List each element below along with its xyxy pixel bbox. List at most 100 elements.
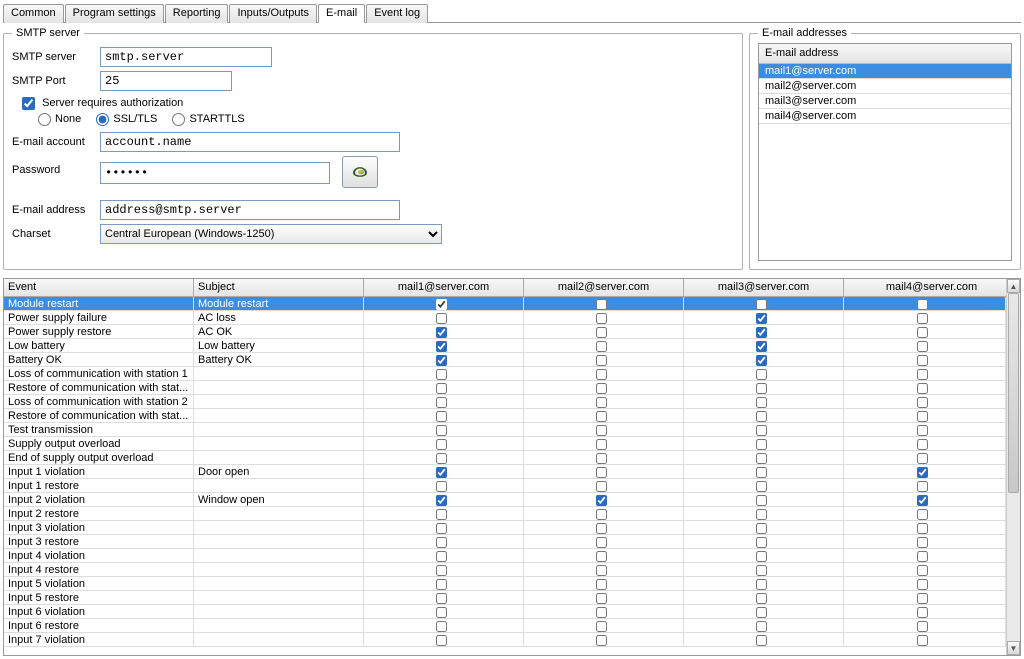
mail4-checkbox[interactable] — [917, 635, 928, 646]
table-row[interactable]: Input 1 restore — [4, 479, 1006, 493]
table-row[interactable]: Loss of communication with station 1 — [4, 367, 1006, 381]
mail2-checkbox[interactable] — [596, 313, 607, 324]
mail1-checkbox[interactable] — [436, 383, 447, 394]
cell-mail2[interactable] — [524, 423, 684, 436]
cell-event[interactable]: End of supply output overload — [4, 451, 194, 464]
mail1-checkbox[interactable] — [436, 313, 447, 324]
mail2-checkbox[interactable] — [596, 355, 607, 366]
cell-event[interactable]: Module restart — [4, 297, 194, 310]
radio-none-label[interactable]: None — [38, 113, 81, 125]
mail2-checkbox[interactable] — [596, 523, 607, 534]
cell-mail4[interactable] — [844, 577, 1006, 590]
cell-event[interactable]: Input 7 violation — [4, 633, 194, 646]
cell-mail3[interactable] — [684, 577, 844, 590]
mail2-checkbox[interactable] — [596, 341, 607, 352]
mail1-checkbox[interactable] — [436, 355, 447, 366]
tab-event-log[interactable]: Event log — [366, 4, 428, 23]
cell-mail4[interactable] — [844, 381, 1006, 394]
mail1-checkbox[interactable] — [436, 607, 447, 618]
mail3-checkbox[interactable] — [756, 397, 767, 408]
mail2-checkbox[interactable] — [596, 439, 607, 450]
mail1-checkbox[interactable] — [436, 327, 447, 338]
mail4-checkbox[interactable] — [917, 369, 928, 380]
mail3-checkbox[interactable] — [756, 355, 767, 366]
cell-mail2[interactable] — [524, 605, 684, 618]
cell-event[interactable]: Supply output overload — [4, 437, 194, 450]
mail3-checkbox[interactable] — [756, 593, 767, 604]
tab-program-settings[interactable]: Program settings — [65, 4, 164, 23]
cell-subject[interactable] — [194, 577, 364, 590]
mail3-checkbox[interactable] — [756, 327, 767, 338]
mail4-checkbox[interactable] — [917, 341, 928, 352]
cell-mail2[interactable] — [524, 451, 684, 464]
scroll-up-icon[interactable]: ▲ — [1007, 279, 1020, 293]
radio-none[interactable] — [38, 113, 51, 126]
cell-mail4[interactable] — [844, 311, 1006, 324]
cell-mail2[interactable] — [524, 465, 684, 478]
table-row[interactable]: Input 1 violationDoor open — [4, 465, 1006, 479]
cell-mail4[interactable] — [844, 479, 1006, 492]
cell-mail3[interactable] — [684, 437, 844, 450]
cell-mail1[interactable] — [364, 381, 524, 394]
cell-event[interactable]: Input 4 violation — [4, 549, 194, 562]
cell-subject[interactable]: Window open — [194, 493, 364, 506]
mail4-checkbox[interactable] — [917, 593, 928, 604]
mail4-checkbox[interactable] — [917, 523, 928, 534]
cell-mail2[interactable] — [524, 437, 684, 450]
mail1-checkbox[interactable] — [436, 481, 447, 492]
cell-mail3[interactable] — [684, 507, 844, 520]
table-row[interactable]: Input 2 restore — [4, 507, 1006, 521]
cell-subject[interactable]: Low battery — [194, 339, 364, 352]
mail3-checkbox[interactable] — [756, 551, 767, 562]
reveal-password-button[interactable] — [342, 156, 378, 188]
cell-event[interactable]: Power supply restore — [4, 325, 194, 338]
cell-mail2[interactable] — [524, 521, 684, 534]
auth-checkbox-label[interactable]: Server requires authorization — [22, 97, 183, 109]
cell-mail1[interactable] — [364, 493, 524, 506]
mail3-checkbox[interactable] — [756, 635, 767, 646]
table-row[interactable]: End of supply output overload — [4, 451, 1006, 465]
mail3-checkbox[interactable] — [756, 621, 767, 632]
smtp-port-input[interactable] — [100, 71, 232, 91]
cell-subject[interactable] — [194, 591, 364, 604]
mail2-checkbox[interactable] — [596, 299, 607, 310]
mail4-checkbox[interactable] — [917, 355, 928, 366]
cell-subject[interactable] — [194, 395, 364, 408]
cell-mail4[interactable] — [844, 451, 1006, 464]
cell-mail4[interactable] — [844, 339, 1006, 352]
account-input[interactable] — [100, 132, 400, 152]
scroll-down-icon[interactable]: ▼ — [1007, 641, 1020, 655]
cell-mail4[interactable] — [844, 619, 1006, 632]
cell-mail1[interactable] — [364, 619, 524, 632]
cell-mail3[interactable] — [684, 591, 844, 604]
cell-mail1[interactable] — [364, 325, 524, 338]
cell-subject[interactable] — [194, 549, 364, 562]
cell-mail2[interactable] — [524, 297, 684, 310]
mail3-checkbox[interactable] — [756, 509, 767, 520]
table-row[interactable]: Input 5 restore — [4, 591, 1006, 605]
mail4-checkbox[interactable] — [917, 551, 928, 562]
cell-mail1[interactable] — [364, 605, 524, 618]
cell-mail3[interactable] — [684, 395, 844, 408]
mail4-checkbox[interactable] — [917, 383, 928, 394]
charset-select[interactable]: Central European (Windows-1250) — [100, 224, 442, 244]
cell-event[interactable]: Input 5 restore — [4, 591, 194, 604]
cell-mail4[interactable] — [844, 605, 1006, 618]
cell-event[interactable]: Restore of communication with stat... — [4, 381, 194, 394]
mail1-checkbox[interactable] — [436, 453, 447, 464]
mail3-checkbox[interactable] — [756, 481, 767, 492]
mail3-checkbox[interactable] — [756, 579, 767, 590]
cell-mail2[interactable] — [524, 353, 684, 366]
cell-subject[interactable]: Battery OK — [194, 353, 364, 366]
cell-mail3[interactable] — [684, 633, 844, 646]
mail1-checkbox[interactable] — [436, 551, 447, 562]
mail3-checkbox[interactable] — [756, 369, 767, 380]
cell-mail1[interactable] — [364, 591, 524, 604]
cell-event[interactable]: Input 2 violation — [4, 493, 194, 506]
cell-event[interactable]: Power supply failure — [4, 311, 194, 324]
mail4-checkbox[interactable] — [917, 327, 928, 338]
mail2-checkbox[interactable] — [596, 537, 607, 548]
cell-event[interactable]: Input 1 restore — [4, 479, 194, 492]
mail3-checkbox[interactable] — [756, 299, 767, 310]
address-row[interactable]: mail2@server.com — [759, 79, 1011, 94]
